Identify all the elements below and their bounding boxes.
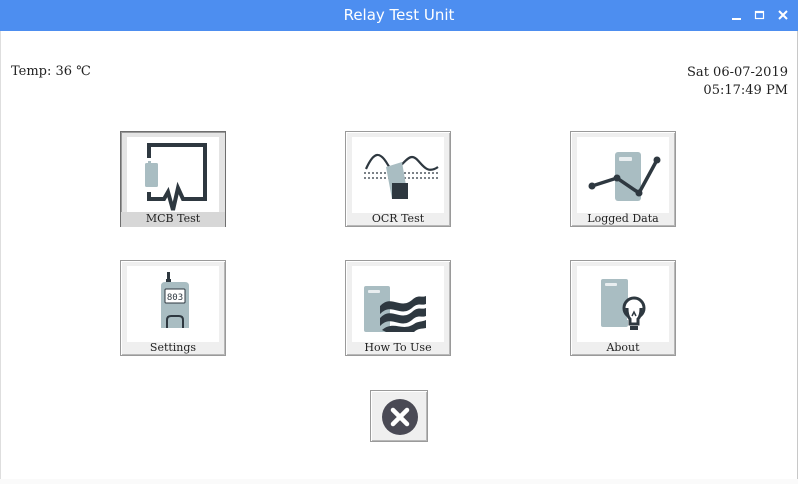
handheld-device-icon: 803	[161, 272, 189, 328]
background-strip	[0, 479, 798, 484]
tile-label: How To Use	[364, 341, 432, 354]
tile-label: Settings	[149, 341, 197, 354]
time-text: 05:17:49 PM	[703, 83, 788, 98]
close-circle-icon	[382, 399, 418, 435]
how-to-use-button[interactable]: How To Use	[345, 260, 451, 356]
main-window: Temp: 36 ℃ Sat 06-07-2019 05:17:49 PM MC…	[0, 31, 798, 479]
tile-label: Logged Data	[587, 212, 659, 225]
device-display-text: 803	[167, 293, 183, 303]
datetime-readout: Sat 06-07-2019 05:17:49 PM	[687, 64, 788, 100]
sine-wave-icon	[364, 153, 439, 199]
line-graph-icon	[588, 152, 661, 201]
title-bar: Relay Test Unit	[0, 0, 798, 31]
exit-button[interactable]	[370, 390, 428, 442]
about-button[interactable]: About	[570, 260, 676, 356]
mcb-test-button[interactable]: MCB Test	[120, 131, 226, 227]
date-text: Sat 06-07-2019	[687, 65, 788, 80]
window-title: Relay Test Unit	[343, 6, 455, 24]
tile-label: About	[606, 341, 640, 354]
tile-label: MCB Test	[121, 212, 225, 227]
temperature-readout: Temp: 36 ℃	[11, 64, 91, 79]
tile-label: OCR Test	[371, 212, 425, 225]
minimize-icon[interactable]	[729, 7, 745, 23]
lightbulb-icon	[601, 279, 646, 330]
maximize-icon[interactable]	[752, 7, 768, 23]
logged-data-button[interactable]: Logged Data	[570, 131, 676, 227]
ocr-test-button[interactable]: OCR Test	[345, 131, 451, 227]
settings-button[interactable]: 803 Settings	[120, 260, 226, 356]
document-waves-icon	[364, 286, 426, 332]
waveform-icon	[145, 143, 207, 211]
close-icon[interactable]	[775, 7, 791, 23]
